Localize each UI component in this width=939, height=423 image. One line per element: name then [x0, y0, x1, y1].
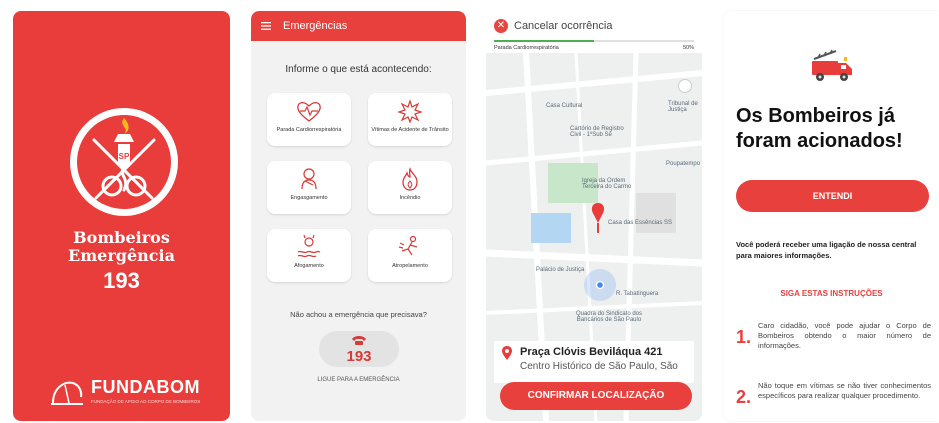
- progress-percent: 50%: [682, 45, 694, 51]
- option-label: Parada Cardiorrespiratória: [276, 127, 342, 133]
- map-label: R. Tabatinguera: [616, 291, 659, 297]
- instruction-step: 1. Caro cidadão, você pode ajudar o Corp…: [736, 321, 931, 361]
- option-drowning[interactable]: Afogamento: [267, 229, 351, 282]
- location-confirm-screen: ✕ Cancelar ocorrência Parada Cardiorresp…: [486, 11, 702, 421]
- option-fire[interactable]: Incêndio: [368, 161, 452, 214]
- emergency-list-screen: Emergências Informe o que está acontecen…: [251, 11, 466, 421]
- option-label: Vítimas de Acidente de Trânsito: [371, 127, 449, 133]
- pedestrian-hit-icon: [398, 235, 418, 256]
- car-crash-icon: [397, 99, 423, 123]
- progress-label: Parada Cardiorrespiratória: [494, 45, 559, 51]
- map-label: Casa das Essências SS: [608, 220, 673, 226]
- map-label: Poupatempo: [666, 161, 701, 167]
- title-line2: foram acionados!: [736, 130, 903, 152]
- cancel-label: Cancelar ocorrência: [514, 20, 613, 32]
- org-name: FUNDABOM: [91, 377, 200, 397]
- call-number: 193: [346, 348, 372, 365]
- fire-truck-icon: [812, 49, 852, 81]
- fundabom-logo: FUNDABOM FUNDAÇÃO DE APOIO AO CORPO DE B…: [49, 377, 214, 411]
- step-number: 1.: [736, 327, 752, 347]
- svg-text:SP: SP: [119, 152, 130, 161]
- step-text: Caro cidadão, você pode ajudar o Corpo d…: [758, 321, 931, 350]
- option-label: Afogamento: [294, 263, 324, 269]
- address-card: Praça Clóvis Beviláqua 421 Centro Histór…: [494, 341, 694, 383]
- address-title: Praça Clóvis Beviláqua 421: [520, 346, 663, 358]
- top-bar: ✕ Cancelar ocorrência Parada Cardiorresp…: [486, 11, 702, 53]
- instructions-heading: SIGA ESTAS INSTRUÇÕES: [780, 289, 883, 298]
- map-label: Tribunal de Justiça: [668, 101, 698, 113]
- screenshot-stage: SP Bombeiros Emergência 193 FUNDABOM FUN…: [0, 0, 939, 423]
- map-label: Igreja da Ordem Terceira do Carmo: [582, 178, 632, 190]
- title-line1: Os Bombeiros já: [736, 105, 895, 127]
- hamburger-menu-icon[interactable]: [261, 22, 271, 30]
- app-bar: Emergências: [251, 11, 466, 41]
- not-found-text: Não achou a emergência que precisava?: [290, 310, 427, 319]
- confirmation-title: Os Bombeiros já foram acionados!: [736, 104, 903, 154]
- choking-icon: [301, 168, 317, 190]
- drowning-icon: [297, 235, 321, 258]
- app-name-line1: Bombeiros: [73, 228, 170, 247]
- emergency-content: Informe o que está acontecendo: Parada C…: [251, 41, 466, 421]
- close-icon: ✕: [494, 19, 508, 33]
- option-label: Incêndio: [399, 195, 421, 201]
- location-pin-icon: [502, 346, 512, 360]
- app-name-line2: Emergência: [68, 246, 175, 265]
- map-label: Palácio de Justiça: [536, 267, 585, 273]
- step-number: 2.: [736, 387, 752, 407]
- helmet-logo-icon: [51, 381, 83, 405]
- address-subtitle: Centro Histórico de São Paulo, São: [520, 361, 678, 372]
- map-label: Casa Cultural: [546, 103, 583, 109]
- fire-icon: [402, 167, 418, 191]
- progress-fill: [494, 40, 594, 42]
- heart-pulse-icon: [297, 101, 321, 122]
- progress-bar: [494, 40, 694, 42]
- org-tagline: FUNDAÇÃO DE APOIO AO CORPO DE BOMBEIROS: [91, 399, 201, 404]
- option-cardiac-arrest[interactable]: Parada Cardiorrespiratória: [267, 93, 351, 146]
- map-label: Quadra do Sindicato dos Bancários de São…: [575, 311, 643, 323]
- info-text: Você poderá receber uma ligação de nossa…: [736, 240, 917, 260]
- option-pedestrian-hit[interactable]: Atropelamento: [368, 229, 452, 282]
- firefighter-emblem-icon: SP: [70, 108, 178, 216]
- cancel-occurrence-button[interactable]: ✕ Cancelar ocorrência: [494, 19, 612, 33]
- step-text: Não toque em vítimas se não tiver conhec…: [758, 381, 931, 400]
- instruction-step: 2. Não toque em vítimas se não tiver con…: [736, 381, 931, 421]
- understood-button[interactable]: ENTENDI: [736, 180, 929, 212]
- option-choking[interactable]: Engasgamento: [267, 161, 351, 214]
- splash-screen: SP Bombeiros Emergência 193 FUNDABOM FUN…: [13, 11, 230, 421]
- dispatch-confirmation-screen: Os Bombeiros já foram acionados! ENTENDI…: [724, 11, 939, 421]
- option-traffic-accident[interactable]: Vítimas de Acidente de Trânsito: [368, 93, 452, 146]
- option-label: Atropelamento: [392, 263, 428, 269]
- phone-icon: [352, 336, 366, 345]
- confirm-location-button[interactable]: CONFIRMAR LOCALIZAÇÃO: [500, 382, 692, 410]
- call-193-button[interactable]: 193: [319, 331, 399, 367]
- option-label: Engasgamento: [290, 195, 328, 201]
- my-location-icon[interactable]: [678, 79, 692, 93]
- call-label: LIGUE PARA A EMERGÊNCIA: [317, 377, 400, 383]
- prompt-text: Informe o que está acontecendo:: [285, 64, 432, 75]
- screen-title: Emergências: [283, 20, 348, 32]
- map-label: Cartório de Registro Civil - 1ºSub Sé: [570, 126, 624, 138]
- emergency-number: 193: [103, 268, 140, 293]
